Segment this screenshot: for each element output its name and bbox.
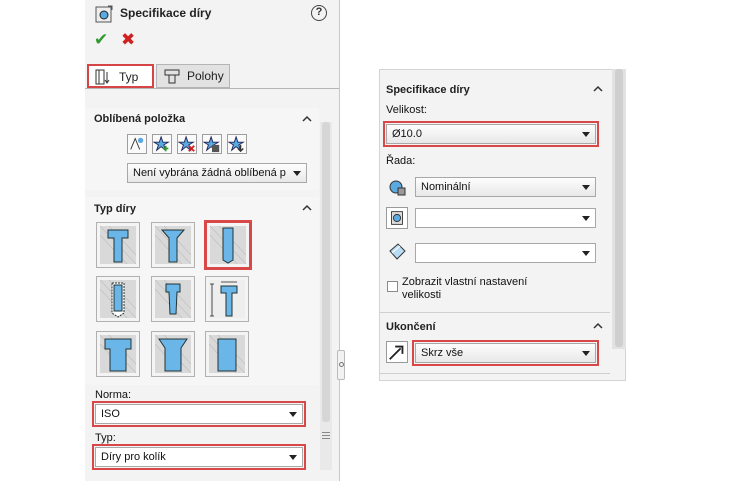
straight-slot-icon bbox=[209, 335, 245, 373]
hole-type-straight-slot-button[interactable] bbox=[205, 331, 249, 377]
positions-tab-icon bbox=[164, 69, 180, 84]
tapered-tap-icon bbox=[155, 280, 191, 318]
standard-dropdown[interactable]: ISO bbox=[92, 401, 306, 427]
left-scrollbar[interactable] bbox=[320, 122, 332, 470]
load-favorite-icon bbox=[227, 135, 245, 153]
collapse-chevron-icon[interactable] bbox=[302, 114, 312, 124]
hole-wizard-icon bbox=[95, 5, 113, 23]
apply-defaults-icon bbox=[130, 137, 144, 150]
standard-label: Norma: bbox=[95, 389, 132, 401]
tab-positions-label: Polohy bbox=[187, 69, 224, 83]
chevron-down-icon bbox=[582, 351, 590, 356]
add-favorite-icon bbox=[152, 135, 170, 152]
standard-dropdown-value: ISO bbox=[101, 408, 120, 420]
collapse-chevron-icon[interactable] bbox=[302, 203, 312, 213]
delete-favorite-icon bbox=[177, 135, 195, 152]
chevron-down-icon bbox=[289, 412, 297, 417]
counterbore-slot-icon bbox=[100, 335, 136, 373]
collapse-chevron-icon[interactable] bbox=[593, 84, 603, 94]
countersink-icon bbox=[155, 226, 191, 264]
end-section-title: Ukončení bbox=[386, 321, 436, 333]
section-divider bbox=[380, 373, 610, 374]
hole-type-straight-tap-button[interactable] bbox=[96, 276, 140, 322]
end-condition-dropdown[interactable]: Skrz vše bbox=[412, 340, 599, 366]
help-icon[interactable]: ? bbox=[311, 5, 327, 21]
end-condition-value: Skrz vše bbox=[421, 347, 464, 359]
hole-type-countersink-slot-button[interactable] bbox=[151, 331, 195, 377]
type-dropdown[interactable]: Díry pro kolík bbox=[92, 444, 306, 470]
diameter-dropdown[interactable] bbox=[415, 208, 596, 228]
straight-tap-icon bbox=[100, 280, 136, 318]
collapse-chevron-icon[interactable] bbox=[593, 321, 603, 331]
custom-size-label: Zobrazit vlastní nastavení velikosti bbox=[402, 276, 528, 301]
tab-positions[interactable]: Polohy bbox=[156, 64, 230, 88]
size-dropdown[interactable]: Ø10.0 bbox=[383, 121, 599, 147]
add-favorite-button[interactable] bbox=[152, 134, 172, 154]
section-divider bbox=[380, 312, 610, 313]
favorite-dropdown[interactable]: Není vybrána žádná oblíbená p bbox=[127, 163, 307, 183]
type-dropdown-value: Díry pro kolík bbox=[101, 451, 166, 463]
pin-dropdown[interactable] bbox=[415, 243, 596, 263]
hole-type-counterbore-slot-button[interactable] bbox=[96, 331, 140, 377]
right-scrollbar[interactable] bbox=[612, 69, 626, 349]
cancel-x-icon[interactable]: ✖ bbox=[121, 30, 135, 50]
spec-section-title: Specifikace díry bbox=[386, 84, 470, 96]
chevron-down-icon bbox=[582, 251, 590, 256]
right-scroll-thumb[interactable] bbox=[615, 69, 623, 347]
favorite-section-title: Oblíbená položka bbox=[94, 113, 186, 125]
hole-type-tab-icon bbox=[95, 69, 110, 85]
chevron-down-icon bbox=[582, 216, 590, 221]
pin-icon bbox=[389, 243, 406, 260]
hole-diameter-icon bbox=[386, 207, 408, 229]
counterbore-icon bbox=[100, 226, 136, 264]
hole-type-tapered-tap-button[interactable] bbox=[151, 276, 195, 322]
ok-checkmark-icon[interactable]: ✔ bbox=[94, 30, 108, 50]
chevron-down-icon bbox=[293, 171, 301, 176]
tab-divider bbox=[85, 88, 339, 89]
hole-type-hole-button[interactable] bbox=[204, 220, 252, 270]
hole-type-countersink-button[interactable] bbox=[151, 222, 195, 268]
delete-favorite-button[interactable] bbox=[177, 134, 197, 154]
left-scroll-thumb[interactable] bbox=[322, 122, 330, 422]
fit-dropdown[interactable]: Nominální bbox=[415, 177, 596, 197]
custom-size-checkbox[interactable] bbox=[387, 281, 398, 292]
save-favorite-button[interactable] bbox=[202, 134, 222, 154]
type-label: Typ: bbox=[95, 432, 116, 444]
favorite-dropdown-value: Není vybrána žádná oblíbená p bbox=[133, 167, 286, 179]
hole-type-section-title: Typ díry bbox=[94, 203, 136, 215]
chevron-down-icon bbox=[582, 185, 590, 190]
panel-title: Specifikace díry bbox=[120, 6, 212, 20]
grip-line bbox=[322, 435, 330, 436]
fit-dropdown-value: Nominální bbox=[421, 181, 471, 193]
series-label: Řada: bbox=[386, 155, 416, 167]
tab-type[interactable]: Typ bbox=[87, 64, 154, 88]
apply-defaults-button[interactable] bbox=[127, 134, 147, 154]
load-favorite-button[interactable] bbox=[227, 134, 247, 154]
splitter-grip-icon bbox=[339, 362, 344, 367]
grip-line bbox=[322, 438, 330, 439]
chevron-down-icon bbox=[582, 132, 590, 137]
save-favorite-icon bbox=[202, 135, 220, 153]
simple-hole-icon bbox=[210, 226, 246, 264]
countersink-slot-icon bbox=[155, 335, 191, 373]
chevron-down-icon bbox=[289, 455, 297, 460]
tab-type-label: Typ bbox=[119, 70, 139, 84]
size-dropdown-value: Ø10.0 bbox=[392, 128, 422, 140]
grip-line bbox=[322, 432, 330, 433]
end-condition-icon bbox=[386, 341, 408, 363]
size-label: Velikost: bbox=[386, 104, 427, 116]
hole-type-legacy-button[interactable] bbox=[205, 276, 249, 322]
fit-icon bbox=[389, 180, 406, 196]
legacy-hole-icon bbox=[209, 280, 245, 318]
hole-type-counterbore-button[interactable] bbox=[96, 222, 140, 268]
